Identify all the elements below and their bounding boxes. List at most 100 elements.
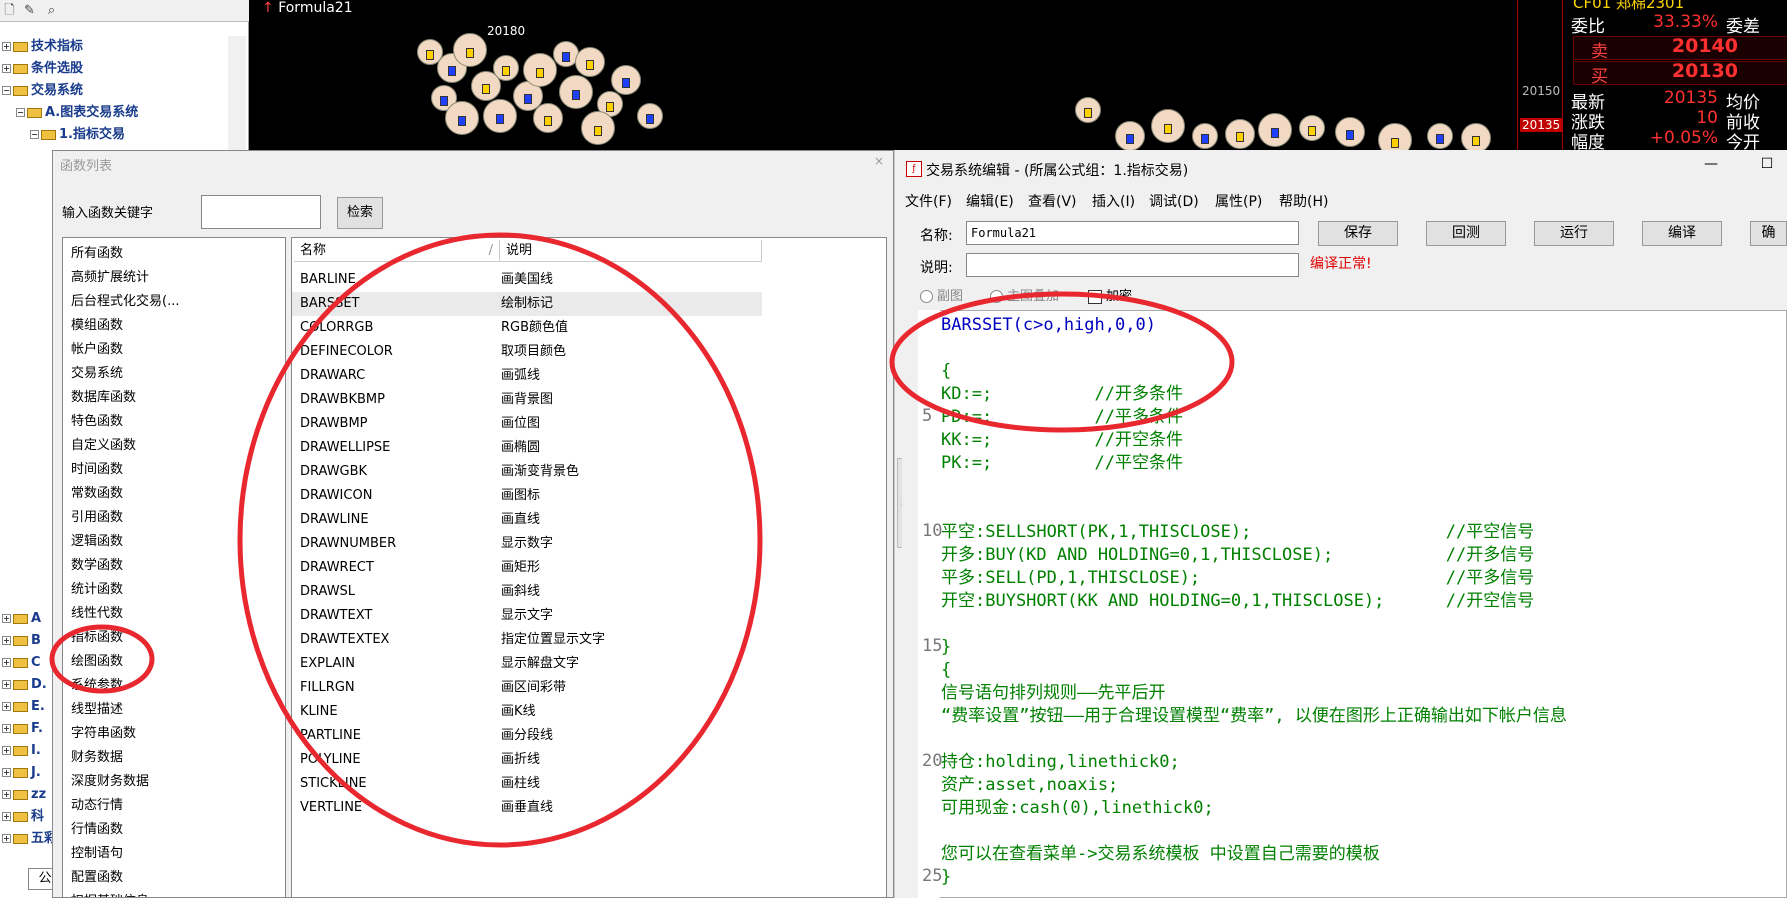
radio-icon[interactable] <box>990 290 1003 303</box>
edit-icon[interactable]: ✎ <box>22 3 37 18</box>
expand-icon[interactable]: + <box>2 790 11 799</box>
menu-edit[interactable]: 编辑(E) <box>966 191 1014 211</box>
expand-icon[interactable]: + <box>2 768 11 777</box>
category-item[interactable]: 交易系统 <box>71 362 123 386</box>
category-item[interactable]: 后台程式化交易(... <box>71 290 179 314</box>
tree-stub[interactable]: + I. <box>2 740 41 761</box>
function-row[interactable]: DRAWNUMBER 显示数字 <box>292 532 762 556</box>
tree-stub[interactable]: + D. <box>2 674 47 695</box>
tree-item-indicator-trading[interactable]: − 1.指标交易 <box>30 124 125 145</box>
function-row[interactable]: DRAWSL 画斜线 <box>292 580 762 604</box>
menu-help[interactable]: 帮助(H) <box>1279 191 1328 211</box>
tree-item-trading-system[interactable]: − 交易系统 <box>2 80 83 101</box>
category-item[interactable]: 财务数据 <box>71 746 123 770</box>
backtest-button[interactable]: 回测 <box>1426 221 1506 246</box>
function-row[interactable]: STICKLINE 画柱线 <box>292 772 762 796</box>
expand-icon[interactable]: + <box>2 42 11 51</box>
expand-icon[interactable]: + <box>2 614 11 623</box>
category-item[interactable]: 时间函数 <box>71 458 123 482</box>
expand-icon[interactable]: + <box>2 64 11 73</box>
collapse-icon[interactable]: − <box>16 108 25 117</box>
encrypt-option[interactable]: 加密 <box>1088 285 1132 304</box>
function-row[interactable]: COLORRGB RGB颜色值 <box>292 316 762 340</box>
function-row[interactable]: POLYLINE 画折线 <box>292 748 762 772</box>
category-item[interactable]: 扣据基础信息 <box>71 890 149 897</box>
close-icon[interactable]: × <box>869 154 889 172</box>
menu-file[interactable]: 文件(F) <box>905 191 952 211</box>
column-header-desc[interactable]: 说明 <box>500 240 762 262</box>
category-item[interactable]: 数学函数 <box>71 554 123 578</box>
category-item[interactable]: 控制语句 <box>71 842 123 866</box>
menu-debug[interactable]: 调试(D) <box>1149 191 1199 211</box>
category-item[interactable]: 逻辑函数 <box>71 530 123 554</box>
function-table[interactable]: 名称 / 说明 BARLINE 画美国线 BARSSET 绘制标记 COLORRGB RGB… <box>291 237 887 898</box>
tree-stub[interactable]: + E. <box>2 696 45 717</box>
expand-icon[interactable]: + <box>2 658 11 667</box>
maximize-button[interactable]: ☐ <box>1754 156 1780 174</box>
function-row[interactable]: DRAWARC 画弧线 <box>292 364 762 388</box>
category-item[interactable]: 深度财务数据 <box>71 770 149 794</box>
function-row[interactable]: BARLINE 画美国线 <box>292 268 762 292</box>
function-row[interactable]: DEFINECOLOR 取项目颜色 <box>292 340 762 364</box>
function-row[interactable]: BARSSET 绘制标记 <box>292 292 762 316</box>
category-item[interactable]: 绘图函数 <box>71 650 123 674</box>
function-row[interactable]: FILLRGN 画区间彩带 <box>292 676 762 700</box>
tree-stub[interactable]: + J. <box>2 762 41 783</box>
tree-item-stock-screening[interactable]: + 条件选股 <box>2 58 83 79</box>
function-row[interactable]: EXPLAIN 显示解盘文字 <box>292 652 762 676</box>
menu-view[interactable]: 查看(V) <box>1028 191 1077 211</box>
tree-stub[interactable]: + zz <box>2 784 46 805</box>
tree-stub[interactable]: + B <box>2 630 41 651</box>
function-row[interactable]: DRAWBKBMP 画背景图 <box>292 388 762 412</box>
checkbox-icon[interactable] <box>1088 289 1102 304</box>
formula-name-input[interactable]: Formula21 <box>966 221 1299 245</box>
run-button[interactable]: 运行 <box>1534 221 1614 246</box>
subchart-option[interactable]: 副图 <box>920 285 963 304</box>
tree-item-chart-trading[interactable]: − A.图表交易系统 <box>16 102 138 123</box>
category-item[interactable]: 自定义函数 <box>71 434 136 458</box>
collapse-icon[interactable]: − <box>2 86 11 95</box>
expand-icon[interactable]: + <box>2 636 11 645</box>
category-item[interactable]: 线性代数 <box>71 602 123 626</box>
category-item[interactable]: 线型描述 <box>71 698 123 722</box>
column-header-name[interactable]: 名称 / <box>294 240 500 262</box>
function-row[interactable]: VERTLINE 画垂直线 <box>292 796 762 820</box>
function-row[interactable]: DRAWBMP 画位图 <box>292 412 762 436</box>
tree-stub[interactable]: + 五彩 <box>2 828 57 849</box>
expand-icon[interactable]: + <box>2 746 11 755</box>
category-item[interactable]: 特色函数 <box>71 410 123 434</box>
compile-button[interactable]: 编译 <box>1642 221 1722 246</box>
function-row[interactable]: DRAWGBK 画渐变背景色 <box>292 460 762 484</box>
category-item[interactable]: 系统参数 <box>71 674 123 698</box>
confirm-button[interactable]: 确 <box>1750 221 1787 246</box>
tree-stub[interactable]: + F. <box>2 718 43 739</box>
main-overlay-option[interactable]: 主图叠加 <box>990 285 1059 304</box>
category-item[interactable]: 字符串函数 <box>71 722 136 746</box>
expand-icon[interactable]: + <box>2 702 11 711</box>
function-row[interactable]: DRAWRECT 画矩形 <box>292 556 762 580</box>
category-item[interactable]: 高频扩展统计 <box>71 266 149 290</box>
category-item[interactable]: 统计函数 <box>71 578 123 602</box>
tree-item-technical-indicators[interactable]: + 技术指标 <box>2 36 83 57</box>
collapse-icon[interactable]: − <box>30 130 39 139</box>
tree-stub[interactable]: + A <box>2 608 41 629</box>
function-row[interactable]: DRAWLINE 画直线 <box>292 508 762 532</box>
category-item[interactable]: 所有函数 <box>71 242 123 266</box>
function-row[interactable]: DRAWELLIPSE 画椭圆 <box>292 436 762 460</box>
tree-stub[interactable]: + 科 <box>2 806 44 827</box>
function-search-input[interactable] <box>201 195 321 229</box>
new-file-icon[interactable]: 🗋 <box>2 3 17 18</box>
search-button[interactable]: 检索 <box>337 197 383 229</box>
category-item[interactable]: 行情函数 <box>71 818 123 842</box>
category-item[interactable]: 引用函数 <box>71 506 123 530</box>
menu-insert[interactable]: 插入(I) <box>1092 191 1135 211</box>
category-item[interactable]: 模组函数 <box>71 314 123 338</box>
expand-icon[interactable]: + <box>2 680 11 689</box>
category-item[interactable]: 配置函数 <box>71 866 123 890</box>
category-list[interactable]: 所有函数 高频扩展统计 后台程式化交易(... 模组函数 帐户函数 交易系统 数据库函数 特色… <box>62 237 286 898</box>
category-item[interactable]: 指标函数 <box>71 626 123 650</box>
expand-icon[interactable]: + <box>2 834 11 843</box>
function-row[interactable]: DRAWICON 画图标 <box>292 484 762 508</box>
function-row[interactable]: PARTLINE 画分段线 <box>292 724 762 748</box>
tree-stub[interactable]: + C <box>2 652 41 673</box>
